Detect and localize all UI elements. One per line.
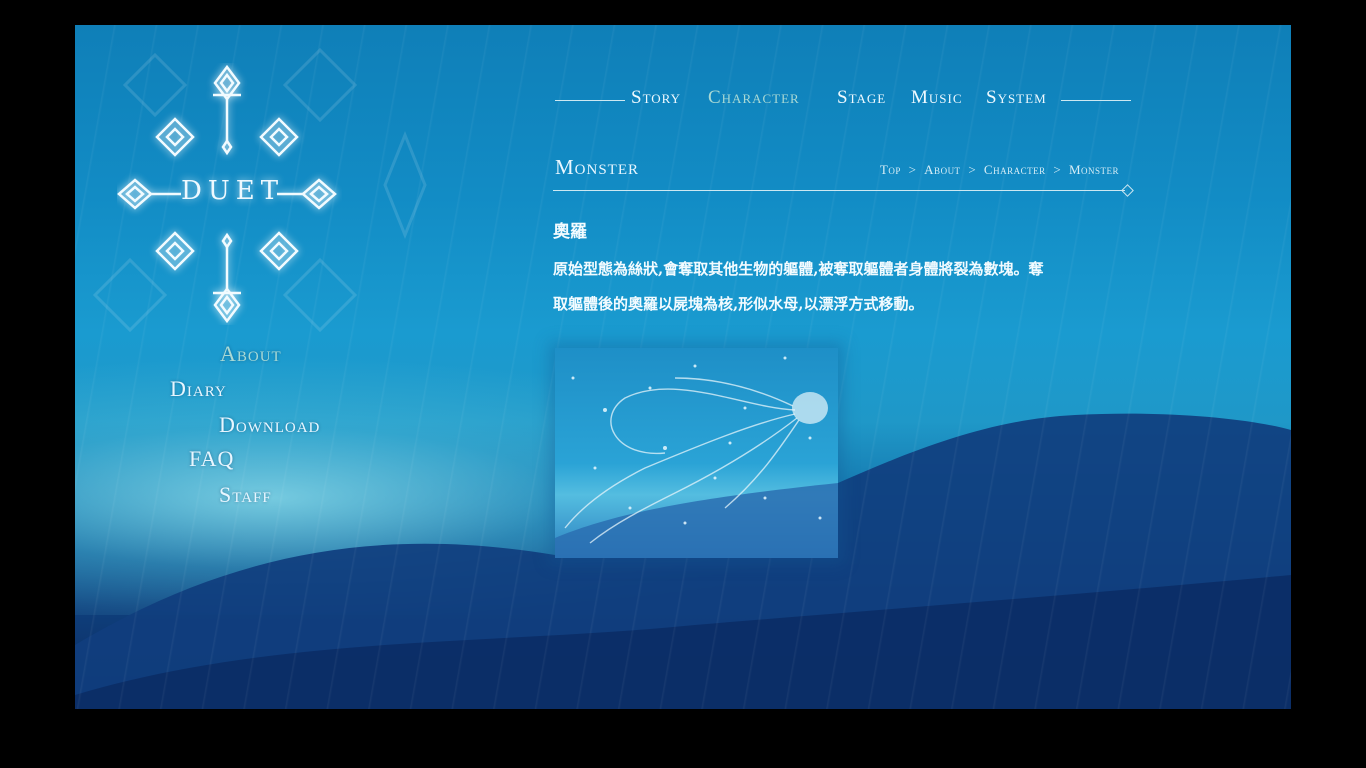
top-nav-music[interactable]: Music [911, 87, 963, 109]
duet-logo[interactable]: DUET [117, 63, 342, 325]
top-navigation: Story Character Stage Music System [553, 87, 1133, 115]
header-divider [553, 190, 1125, 191]
side-nav-about[interactable]: About [220, 341, 282, 367]
monster-artwork [555, 348, 838, 558]
side-nav-download[interactable]: Download [219, 412, 320, 438]
header-divider-diamond [1121, 184, 1134, 197]
side-nav-faq[interactable]: FAQ [189, 446, 234, 472]
character-name: 奧羅 [553, 222, 587, 242]
breadcrumb-separator: > [968, 162, 977, 177]
page-title: Monster [555, 155, 640, 179]
breadcrumb: Top > About > Character > Monster [878, 162, 1121, 178]
top-nav-system[interactable]: System [986, 87, 1047, 109]
breadcrumb-separator: > [1053, 162, 1062, 177]
page-header: Monster Top > About > Character > Monste… [553, 155, 1134, 197]
top-nav-character[interactable]: Character [708, 87, 800, 109]
description-line-1: 原始型態為絲狀,會奪取其他生物的軀體,被奪取軀體者身體將裂為數塊。奪 [553, 260, 1044, 278]
breadcrumb-monster: Monster [1068, 162, 1119, 177]
description-line-2: 取軀體後的奧羅以屍塊為核,形似水母,以漂浮方式移動。 [553, 295, 924, 313]
top-nav-rule-left [555, 100, 625, 101]
jellyfish-illustration [555, 356, 838, 558]
character-description: 奧羅 原始型態為絲狀,會奪取其他生物的軀體,被奪取軀體者身體將裂為數塊。奪 取軀… [553, 217, 1143, 322]
breadcrumb-character[interactable]: Character [984, 162, 1046, 177]
logo-text: DUET [181, 176, 285, 206]
top-nav-stage[interactable]: Stage [837, 87, 886, 109]
breadcrumb-separator: > [908, 162, 917, 177]
side-nav-diary[interactable]: Diary [170, 376, 227, 402]
top-nav-rule-right [1061, 100, 1131, 101]
breadcrumb-top[interactable]: Top [880, 162, 901, 177]
side-nav-staff[interactable]: Staff [219, 482, 272, 508]
top-nav-story[interactable]: Story [631, 87, 681, 109]
game-website-frame: DUET About Diary Download FAQ Staff Stor… [75, 25, 1291, 709]
breadcrumb-about[interactable]: About [924, 162, 960, 177]
